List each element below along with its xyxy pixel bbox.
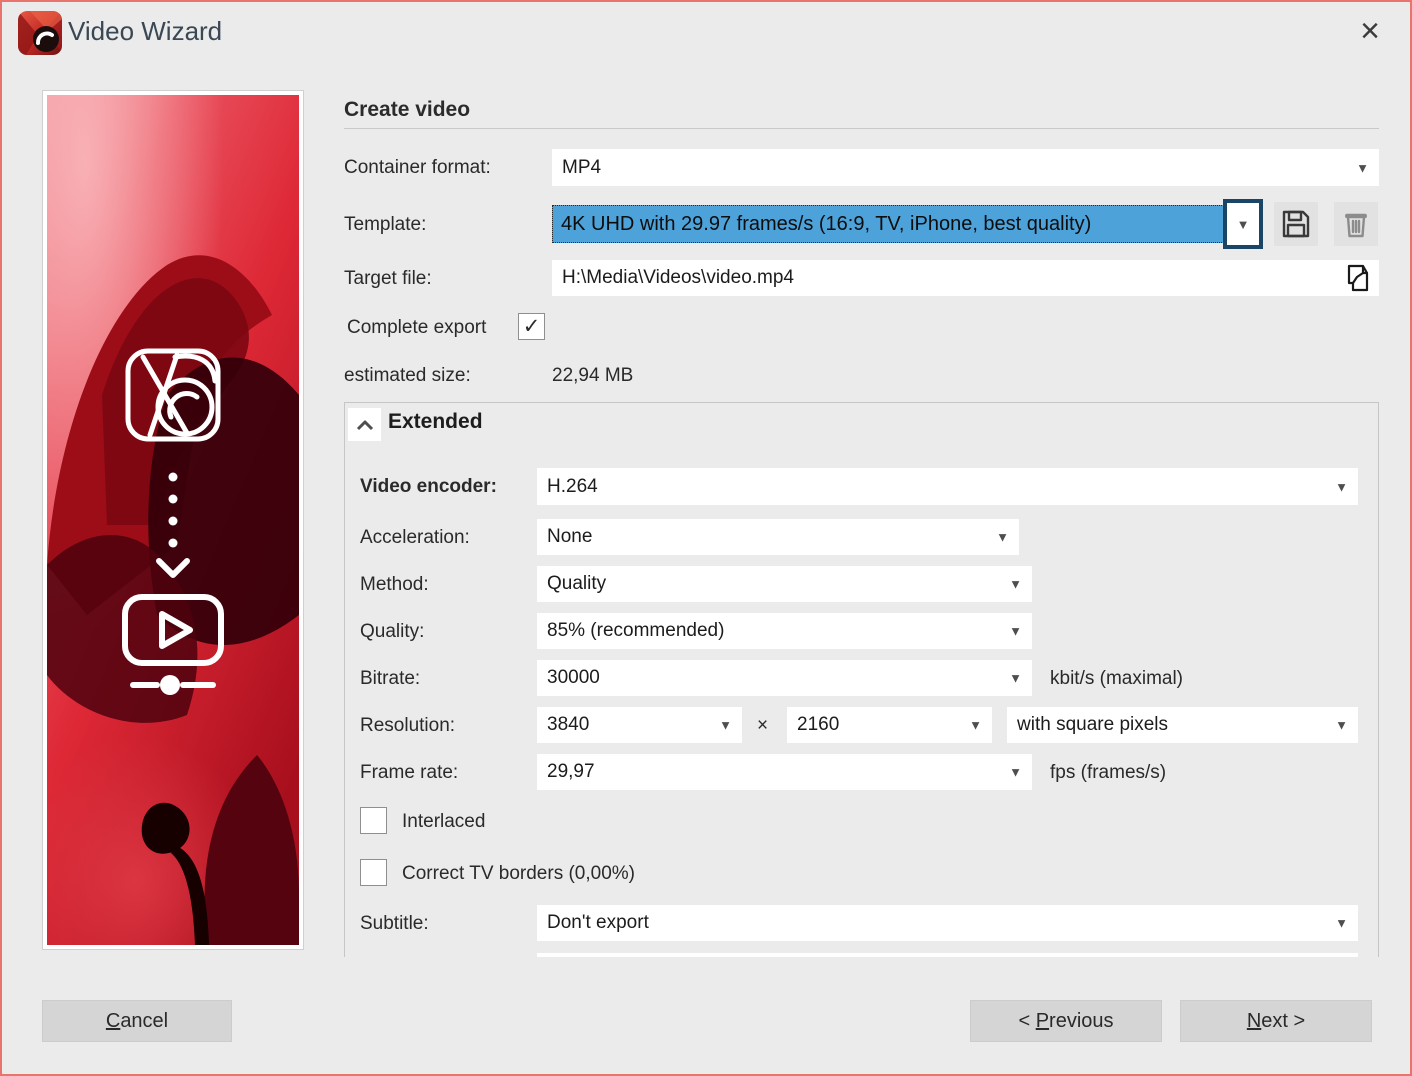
chevron-down-icon: ▼: [1009, 576, 1022, 592]
cancel-accesskey: C: [105, 1009, 121, 1032]
chevron-down-icon: ▼: [1335, 717, 1348, 733]
resolution-height-value: 2160: [797, 714, 840, 735]
frame-rate-label: Frame rate:: [360, 762, 459, 783]
resolution-label: Resolution:: [360, 715, 456, 736]
target-file-input[interactable]: H:\Media\Videos\video.mp4: [552, 260, 1379, 296]
previous-prefix: <: [1018, 1009, 1036, 1032]
chevron-down-icon: ▼: [1335, 479, 1348, 494]
estimated-size-label: estimated size:: [344, 365, 471, 386]
method-value: Quality: [547, 573, 607, 594]
frame-rate-select[interactable]: 29,97 ▼: [537, 754, 1032, 790]
video-wizard-dialog: Video Wizard × Create video Container fo…: [0, 0, 1412, 1076]
video-encoder-select[interactable]: H.264 ▼: [537, 468, 1358, 505]
interlaced-checkbox[interactable]: [360, 807, 387, 834]
page-title: Create video: [344, 98, 471, 121]
frame-rate-value: 29,97: [547, 761, 595, 782]
bitrate-value: 30000: [547, 667, 600, 688]
preview-artwork-panel: [42, 90, 304, 950]
next-accesskey: N: [1246, 1009, 1262, 1032]
target-file-value: H:\Media\Videos\video.mp4: [562, 267, 794, 288]
window-title: Video Wizard: [68, 16, 223, 46]
close-icon[interactable]: ×: [1352, 14, 1388, 50]
browse-file-icon[interactable]: [1343, 263, 1373, 293]
resolution-height-select[interactable]: 2160 ▼: [787, 707, 992, 743]
chevron-down-icon: ▼: [719, 717, 732, 733]
trash-icon: [1345, 213, 1367, 238]
chevron-down-icon: ▼: [1009, 623, 1022, 639]
chevron-down-icon: ▼: [1236, 216, 1250, 232]
resolution-width-select[interactable]: 3840 ▼: [537, 707, 742, 743]
titlebar: Video Wizard ×: [2, 2, 1410, 64]
quality-value: 85% (recommended): [547, 620, 725, 641]
acceleration-select[interactable]: None ▼: [537, 519, 1019, 555]
acceleration-label: Acceleration:: [360, 527, 470, 548]
bitrate-unit: kbit/s (maximal): [1050, 668, 1184, 689]
next-suffix: ext >: [1261, 1009, 1306, 1032]
method-select[interactable]: Quality ▼: [537, 566, 1032, 602]
tv-borders-label: Correct TV borders (0,00%): [402, 863, 636, 884]
resolution-width-value: 3840: [547, 714, 590, 735]
bitrate-select[interactable]: 30000 ▼: [537, 660, 1032, 696]
container-format-select[interactable]: MP4 ▼: [552, 149, 1379, 186]
template-value: 4K UHD with 29.97 frames/s (16:9, TV, iP…: [561, 212, 1092, 235]
method-label: Method:: [360, 574, 429, 595]
complete-export-checkbox[interactable]: ✓: [518, 313, 545, 340]
frame-rate-unit: fps (frames/s): [1050, 762, 1167, 783]
app-logo-icon: [18, 11, 62, 55]
pixel-mode-select[interactable]: with square pixels ▼: [1007, 707, 1358, 743]
container-format-label: Container format:: [344, 157, 491, 178]
chevron-down-icon: ▼: [996, 529, 1009, 545]
next-button[interactable]: Next >: [1180, 1000, 1372, 1042]
save-template-button[interactable]: [1274, 202, 1318, 246]
previous-suffix: revious: [1049, 1009, 1114, 1032]
template-label: Template:: [344, 214, 427, 235]
bitrate-label: Bitrate:: [360, 668, 421, 689]
delete-template-button[interactable]: [1334, 202, 1378, 246]
tv-borders-checkbox[interactable]: [360, 859, 387, 886]
chevron-down-icon: ▼: [969, 717, 982, 733]
chevron-up-icon: [356, 420, 373, 430]
resolution-separator: ×: [757, 715, 769, 736]
estimated-size-value: 22,94 MB: [552, 365, 634, 386]
complete-export-label: Complete export: [347, 317, 487, 338]
subtitle-select[interactable]: Don't export ▼: [537, 905, 1358, 941]
extended-title: Extended: [388, 410, 483, 433]
subtitle-value: Don't export: [547, 912, 649, 933]
interlaced-label: Interlaced: [402, 811, 486, 832]
video-encoder-label: Video encoder:: [360, 476, 497, 497]
cancel-button[interactable]: Cancel: [42, 1000, 232, 1042]
save-icon: [1282, 210, 1310, 238]
chevron-down-icon: ▼: [1009, 764, 1022, 780]
pixel-mode-value: with square pixels: [1017, 714, 1169, 735]
target-file-label: Target file:: [344, 268, 432, 289]
cancel-suffix: ancel: [120, 1009, 169, 1032]
chevron-down-icon: ▼: [1356, 160, 1369, 175]
quality-select[interactable]: 85% (recommended) ▼: [537, 613, 1032, 649]
collapse-extended-button[interactable]: [348, 408, 381, 441]
template-dropdown-button[interactable]: ▼: [1223, 199, 1263, 249]
quality-label: Quality:: [360, 621, 425, 642]
video-encoder-value: H.264: [547, 475, 598, 497]
checkmark-icon: ✓: [522, 315, 541, 338]
subtitle-label: Subtitle:: [360, 913, 429, 934]
flower-image: [47, 95, 299, 945]
previous-button[interactable]: < Previous: [970, 1000, 1162, 1042]
clipped-next-control: [537, 953, 1358, 957]
template-select[interactable]: 4K UHD with 29.97 frames/s (16:9, TV, iP…: [552, 205, 1224, 243]
section-divider: [344, 128, 1379, 129]
previous-accesskey: P: [1035, 1009, 1050, 1032]
chevron-down-icon: ▼: [1009, 670, 1022, 686]
chevron-down-icon: ▼: [1335, 915, 1348, 931]
acceleration-value: None: [547, 526, 593, 547]
container-format-value: MP4: [562, 156, 602, 178]
